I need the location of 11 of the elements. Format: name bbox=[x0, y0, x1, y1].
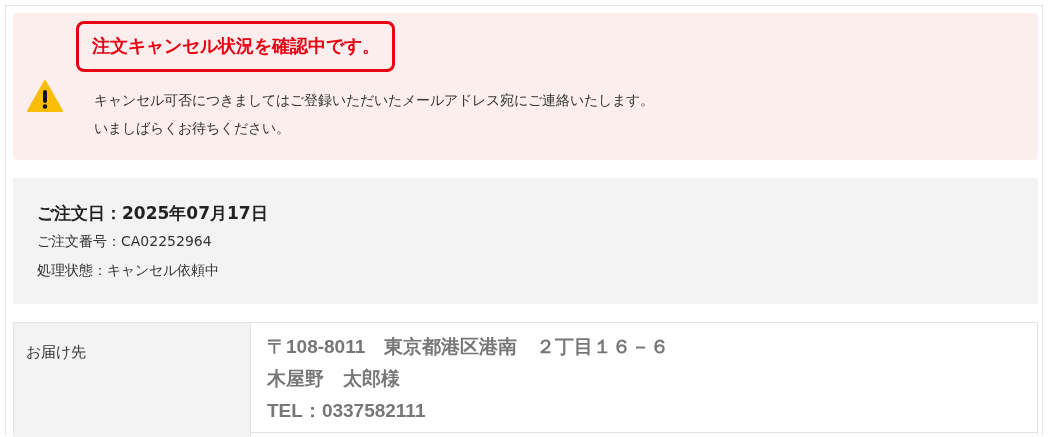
alert-title: 注文キャンセル状況を確認中です。 bbox=[76, 21, 395, 72]
order-date: ご注文日：2025年07月17日 bbox=[37, 202, 269, 225]
alert-message: キャンセル可否につきましてはご登録いただいたメールアドレス宛にご連絡いたします。 bbox=[94, 91, 654, 110]
address-line: TEL：0337582111 bbox=[267, 399, 427, 423]
address-line: 木屋野 太郎様 bbox=[267, 367, 401, 391]
row-label: お届け先 bbox=[26, 343, 86, 361]
order-detail: ご注文番号：CA02252964 bbox=[37, 232, 213, 251]
warning-icon bbox=[27, 79, 63, 112]
address-line: 〒108-8011 東京都港区港南 ２丁目１６－６ bbox=[267, 335, 671, 359]
alert-message: いましばらくお待ちください。 bbox=[94, 119, 291, 138]
order-detail: 処理状態：キャンセル依頼中 bbox=[37, 261, 220, 280]
